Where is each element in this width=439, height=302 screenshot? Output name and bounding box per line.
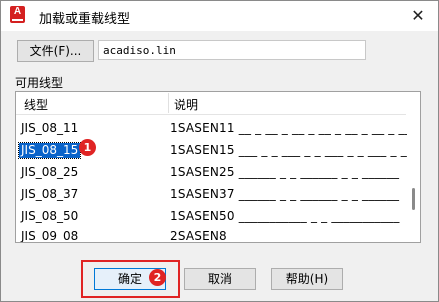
list-item[interactable]: JIS_08_25 1SASEN25 ______ _ _ ______ _ _… (16, 162, 406, 183)
linetype-list[interactable]: 线型 说明 JIS_08_11 1SASEN11 __ _ __ _ __ _ … (15, 91, 421, 243)
column-header-linetype[interactable]: 线型 (24, 96, 48, 113)
list-item[interactable]: JIS_08_50 1SASEN50 ___________ _ _ _____… (16, 206, 406, 227)
list-header: 线型 说明 (16, 92, 406, 115)
step-1-badge: 1 (79, 139, 96, 156)
autocad-app-icon: A (10, 6, 25, 23)
list-item-selected[interactable]: JIS_08_15 1SASEN15 ___ _ _ ___ _ _ ___ _… (16, 140, 420, 161)
list-item[interactable]: JIS_08_11 1SASEN11 __ _ __ _ __ _ __ _ _… (16, 118, 417, 139)
close-icon[interactable]: ✕ (404, 4, 432, 28)
dialog-title: 加载或重载线型 (39, 12, 131, 27)
column-header-description[interactable]: 说明 (174, 96, 198, 113)
help-button[interactable]: 帮助(H) (271, 268, 343, 290)
scrollbar-thumb[interactable] (412, 188, 415, 210)
vertical-scrollbar[interactable] (407, 92, 420, 242)
list-item[interactable]: JIS_09_08 2SASEN8 (16, 226, 406, 242)
file-button[interactable]: 文件(F)... (17, 40, 94, 62)
available-linetypes-label: 可用线型 (15, 76, 64, 90)
dialog-window: A 加载或重载线型 ✕ 文件(F)... acadiso.lin 可用线型 线型… (0, 0, 439, 302)
title-bar: A 加载或重载线型 ✕ (1, 1, 438, 31)
cancel-button[interactable]: 取消 (184, 268, 256, 290)
file-path-field[interactable]: acadiso.lin (98, 40, 366, 60)
step-2-badge: 2 (149, 269, 166, 286)
list-item[interactable]: JIS_08_37 1SASEN37 ______ _ _ ______ _ _… (16, 184, 406, 205)
